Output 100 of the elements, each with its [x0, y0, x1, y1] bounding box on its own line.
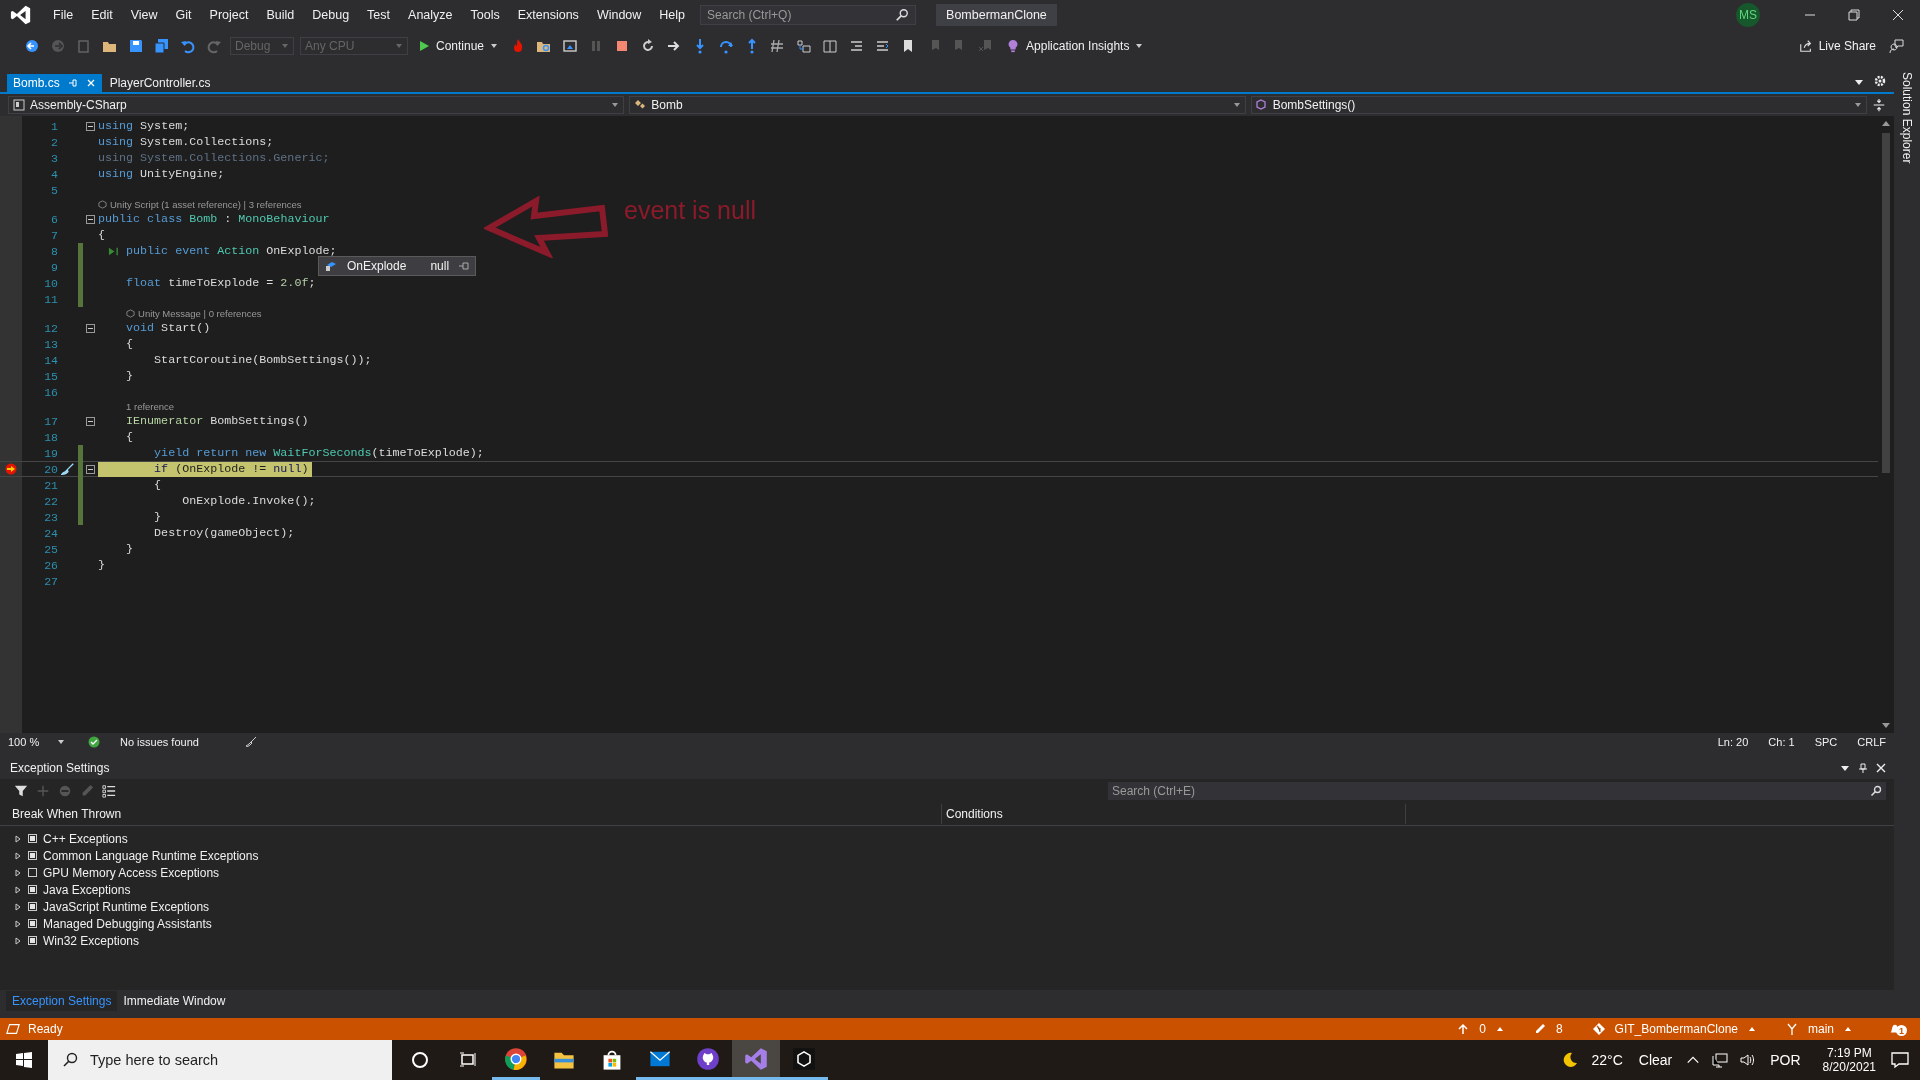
save-all-icon[interactable]: [154, 38, 170, 54]
navigation-dropdown[interactable]: Bomb: [629, 96, 1246, 114]
redo-icon[interactable]: [206, 38, 222, 54]
panel-tab[interactable]: Immediate Window: [117, 991, 232, 1011]
start-icon[interactable]: [14, 1050, 34, 1070]
network-icon[interactable]: [1712, 1052, 1729, 1068]
column-header[interactable]: Conditions: [942, 804, 1406, 824]
menu-item[interactable]: File: [44, 8, 83, 22]
scroll-up-icon[interactable]: [1881, 119, 1891, 129]
continue-button[interactable]: Continue: [414, 37, 503, 55]
line-number: 9: [50, 260, 58, 274]
menu-item[interactable]: Git: [166, 8, 201, 22]
feedback-icon[interactable]: [1888, 38, 1904, 54]
checkbox[interactable]: [28, 868, 37, 877]
change-count: 8: [1555, 1022, 1563, 1036]
columns-icon[interactable]: [822, 38, 839, 54]
menu-item[interactable]: Help: [650, 8, 695, 22]
split-icon[interactable]: [1872, 98, 1886, 112]
exception-category: Win32 Exceptions: [43, 933, 140, 948]
save-icon[interactable]: [128, 38, 144, 54]
navigation-dropdown[interactable]: Assembly-CSharp: [8, 96, 625, 114]
collapse-icon[interactable]: [85, 464, 95, 474]
checkbox[interactable]: [28, 919, 37, 928]
filter-icon[interactable]: [14, 784, 28, 798]
checkbox[interactable]: [28, 834, 37, 843]
changes-status[interactable]: 8: [1533, 1022, 1563, 1036]
menu-item[interactable]: View: [121, 8, 167, 22]
breakpoint-icon[interactable]: [5, 463, 17, 475]
menu-item[interactable]: Analyze: [399, 8, 462, 22]
code-lens[interactable]: 1 reference: [98, 399, 175, 414]
line-indicator[interactable]: Ln: 20: [1717, 736, 1749, 748]
visual-studio-icon[interactable]: [732, 1040, 780, 1080]
menu-item[interactable]: Tools: [461, 8, 509, 22]
restore-icon[interactable]: [1846, 7, 1862, 23]
document-tab[interactable]: PlayerController.cs: [103, 74, 217, 92]
push-status[interactable]: 0: [1457, 1022, 1504, 1036]
line-number: 2: [50, 135, 58, 149]
side-tab[interactable]: Solution Explorer: [1900, 72, 1914, 164]
branch-status[interactable]: main: [1786, 1022, 1852, 1036]
input-language[interactable]: POR: [1770, 1052, 1801, 1068]
checkbox[interactable]: [28, 851, 37, 860]
step-over-icon[interactable]: [718, 38, 735, 54]
checkbox[interactable]: [28, 902, 37, 911]
menu-item[interactable]: Debug: [303, 8, 359, 22]
undo-icon[interactable]: [180, 38, 196, 54]
menu-item[interactable]: Extensions: [508, 8, 588, 22]
screenshot-icon[interactable]: [562, 38, 579, 54]
notifications-button[interactable]: 1: [1888, 1022, 1910, 1036]
indent-icon[interactable]: [874, 38, 891, 54]
menu-item[interactable]: Build: [257, 8, 304, 22]
check-icon: [88, 736, 100, 748]
menu-item[interactable]: Window: [587, 8, 651, 22]
collapse-icon[interactable]: [85, 121, 95, 131]
cortana-icon[interactable]: [410, 1050, 430, 1070]
collapse-icon[interactable]: [85, 214, 95, 224]
clock[interactable]: 7:19 PM 8/20/2021: [1822, 1046, 1876, 1074]
back-icon[interactable]: [24, 38, 40, 54]
weather-text[interactable]: Clear: [1638, 1052, 1673, 1068]
live-share-button[interactable]: Live Share: [1794, 37, 1880, 55]
column-indicator[interactable]: Ch: 1: [1768, 736, 1795, 748]
scrollbar-thumb[interactable]: [1882, 133, 1890, 473]
menu-item[interactable]: Project: [200, 8, 258, 22]
taskbar-search-field[interactable]: Type here to search: [48, 1040, 392, 1080]
zoom-dropdown[interactable]: 100 %: [8, 736, 64, 748]
list-icon[interactable]: [102, 784, 116, 798]
menu-item[interactable]: Test: [358, 8, 400, 22]
dropdown-icon[interactable]: [1840, 763, 1850, 773]
repository-status[interactable]: GIT_BombermanClone: [1592, 1022, 1756, 1036]
line-ending-indicator[interactable]: CRLF: [1857, 736, 1886, 748]
outdent-icon[interactable]: [848, 38, 865, 54]
close-icon[interactable]: [1890, 7, 1906, 23]
datatip[interactable]: OnExplode null: [318, 256, 477, 276]
code-lens[interactable]: Unity Message | 0 references: [98, 306, 262, 321]
whitespace-indicator[interactable]: SPC: [1814, 736, 1838, 748]
task-view-icon[interactable]: [458, 1050, 478, 1070]
temperature[interactable]: 22°C: [1591, 1052, 1623, 1068]
close-icon[interactable]: [1876, 763, 1886, 773]
column-header[interactable]: Break When Thrown: [0, 804, 942, 824]
notifications-icon[interactable]: [1890, 1050, 1910, 1070]
brush-icon[interactable]: [244, 736, 257, 748]
brush-icon[interactable]: [61, 462, 75, 476]
navigation-dropdown[interactable]: BombSettings(): [1250, 96, 1867, 114]
code-lens[interactable]: Unity Script (1 asset reference) | 3 references: [98, 199, 302, 210]
checkbox[interactable]: [28, 885, 37, 894]
volume-icon[interactable]: [1740, 1052, 1757, 1068]
issues-status[interactable]: No issues found: [120, 736, 199, 748]
account-avatar[interactable]: MS: [1736, 3, 1760, 27]
collapse-icon[interactable]: [85, 323, 95, 333]
application-insights-button[interactable]: Application Insights: [1002, 37, 1148, 55]
search-field[interactable]: Search (Ctrl+E): [1108, 782, 1886, 800]
run-to-click-icon[interactable]: [108, 245, 119, 257]
search-field[interactable]: Search (Ctrl+Q): [700, 5, 917, 25]
collapse-icon[interactable]: [85, 416, 95, 426]
tab-list-icon[interactable]: [1854, 77, 1864, 87]
scroll-down-icon[interactable]: [1881, 720, 1891, 730]
menu-item[interactable]: Edit: [82, 8, 122, 22]
line-number: 12: [43, 321, 58, 335]
checkbox[interactable]: [28, 936, 37, 945]
settings-icon[interactable]: [1874, 75, 1886, 87]
panel-tab[interactable]: Exception Settings: [6, 991, 118, 1011]
